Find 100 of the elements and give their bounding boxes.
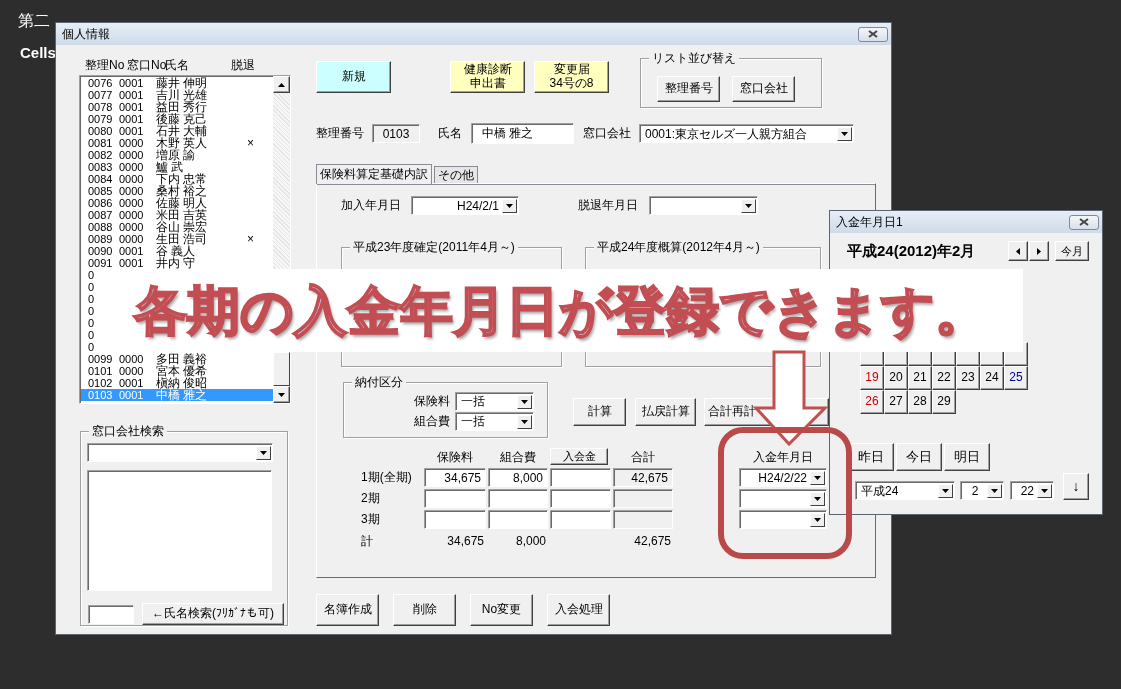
payment-dropdown[interactable]: 一括 [455, 411, 534, 431]
list-row[interactable]: 0088 0000 谷山 崇宏 [81, 221, 273, 233]
date-dropdown[interactable] [649, 195, 758, 215]
amount-field[interactable] [488, 510, 548, 529]
close-button[interactable] [858, 26, 888, 42]
list-row[interactable]: 0102 0001 槇納 俊昭 [81, 377, 273, 389]
list-row[interactable]: 0077 0001 吉川 光雄 [81, 89, 273, 101]
sort-button[interactable]: 整理番号 [657, 76, 720, 102]
name-search-field[interactable] [88, 604, 134, 624]
calendar-day[interactable]: 19 [860, 366, 884, 390]
list-row[interactable]: 0081 0000 木野 英人 × [81, 137, 273, 149]
list-row[interactable]: 0080 0001 石井 大輔 [81, 125, 273, 137]
tab[interactable]: 保険料算定基礎内訳 [316, 164, 432, 184]
group-title: 窓口会社検索 [89, 424, 167, 438]
date-dropdown[interactable]: H24/2/22 [739, 468, 827, 487]
caret-icon [814, 518, 821, 522]
caret-icon [942, 489, 949, 493]
calendar-day[interactable]: 27 [884, 390, 908, 414]
date-dropdown[interactable]: H24/2/1 [411, 195, 519, 215]
row-label: 1期(全期) [361, 469, 413, 486]
amount-field[interactable]: 34,675 [424, 468, 486, 487]
payment-dropdown[interactable]: 一括 [455, 391, 534, 411]
close-button[interactable] [1069, 214, 1099, 230]
list-row[interactable]: 0082 0000 増原 諭 [81, 149, 273, 161]
list-row[interactable]: 0087 0000 米田 吉英 [81, 209, 273, 221]
button[interactable]: 名簿作成 [316, 594, 379, 626]
list-row[interactable]: 0086 0000 佐藤 明人 [81, 197, 273, 209]
button[interactable]: 払戻計算 [635, 398, 696, 426]
scrollbar-thumb[interactable] [273, 352, 290, 386]
member-number: 0089 [87, 233, 114, 245]
this-month-button[interactable]: 今月 [1055, 241, 1089, 261]
company-dropdown[interactable]: 0001:東京セルズ一人親方組合 [639, 124, 854, 143]
list-row[interactable]: 0083 0000 鱸 武 [81, 161, 273, 173]
member-number: 0084 [87, 173, 114, 185]
list-row[interactable]: 0091 0001 井内 守 [81, 257, 273, 269]
member-name: 中橋 雅之 [156, 389, 209, 401]
scroll-up-button[interactable] [273, 76, 290, 93]
scroll-down-button[interactable] [273, 386, 290, 403]
button[interactable]: 削除 [393, 594, 456, 626]
button[interactable]: 今日 [896, 443, 942, 471]
tab[interactable]: その他 [434, 166, 478, 183]
date-dropdown[interactable] [739, 510, 827, 529]
column-header: 窓口No [127, 57, 165, 74]
member-name: 井内 守 [156, 257, 197, 269]
sort-button[interactable]: 窓口会社 [732, 76, 795, 102]
calendar-day[interactable]: 20 [884, 366, 908, 390]
calendar-day[interactable]: 25 [1004, 366, 1028, 390]
button[interactable]: 新規 [316, 61, 391, 93]
button[interactable]: 明日 [944, 443, 990, 471]
dropdown[interactable]: 22 [1010, 481, 1054, 500]
caret-icon [745, 203, 752, 208]
company-dropdown[interactable] [87, 443, 273, 462]
list-row[interactable]: 0076 0001 藤井 伸明 [81, 77, 273, 89]
button[interactable]: 入会金 [550, 448, 608, 465]
dropdown[interactable]: 平成24 [855, 481, 955, 500]
list-row[interactable]: 0078 0001 益田 秀行 [81, 101, 273, 113]
withdrawn-mark: × [247, 233, 254, 245]
list-row[interactable]: 0101 0000 宮本 優希 [81, 365, 273, 377]
amount-field[interactable] [550, 468, 611, 487]
name-search-button[interactable]: ←氏名検索(ﾌﾘｶﾞﾅも可) [142, 603, 284, 625]
button[interactable]: 昨日 [848, 443, 894, 471]
list-row[interactable]: 0090 0001 谷 義人 [81, 245, 273, 257]
name-field[interactable]: 中橋 雅之 [471, 123, 574, 144]
calendar-day[interactable]: 22 [932, 366, 956, 390]
amount-field[interactable] [550, 510, 611, 529]
apply-button[interactable]: ↓ [1063, 473, 1089, 500]
amount-field[interactable] [424, 489, 486, 508]
button[interactable]: 変更届 34号の8 [534, 61, 609, 93]
calendar-day[interactable]: 28 [908, 390, 932, 414]
calendar-day[interactable]: 29 [932, 390, 956, 414]
button[interactable]: 入会処理 [547, 594, 610, 626]
list-row[interactable]: 0079 0001 後藤 克己 [81, 113, 273, 125]
amount-field[interactable] [488, 489, 548, 508]
member-name: 益田 秀行 [156, 101, 209, 113]
calendar-day[interactable]: 24 [980, 366, 1004, 390]
company-list[interactable] [87, 470, 272, 591]
list-row[interactable]: 0099 0000 多田 義裕 [81, 353, 273, 365]
caret-icon [814, 497, 821, 501]
dropdown[interactable]: 2 [960, 481, 1004, 500]
window-title: 個人情報 [62, 25, 110, 43]
calendar-day[interactable]: 23 [956, 366, 980, 390]
next-month-button[interactable] [1029, 241, 1049, 261]
list-row[interactable]: 0089 0000 生田 浩司 × [81, 233, 273, 245]
button[interactable]: 健康診断 申出書 [450, 61, 525, 93]
calendar-day[interactable]: 26 [860, 390, 884, 414]
amount-field[interactable] [424, 510, 486, 529]
amount-field[interactable] [550, 489, 611, 508]
list-row[interactable]: 0084 0000 下内 忠常 [81, 173, 273, 185]
amount-field[interactable]: 8,000 [488, 468, 548, 487]
caret-icon [506, 203, 513, 208]
button[interactable]: 計算 [573, 398, 626, 426]
calendar-day[interactable]: 21 [908, 366, 932, 390]
button[interactable]: No変更 [470, 594, 533, 626]
date-dropdown[interactable] [739, 489, 827, 508]
number-field: 0103 [372, 124, 420, 143]
caret-icon [521, 419, 528, 424]
list-row[interactable]: 0085 0000 桑村 裕之 [81, 185, 273, 197]
caret-icon [814, 476, 821, 480]
previous-month-button[interactable] [1008, 241, 1028, 261]
member-number: 0082 [87, 149, 114, 161]
